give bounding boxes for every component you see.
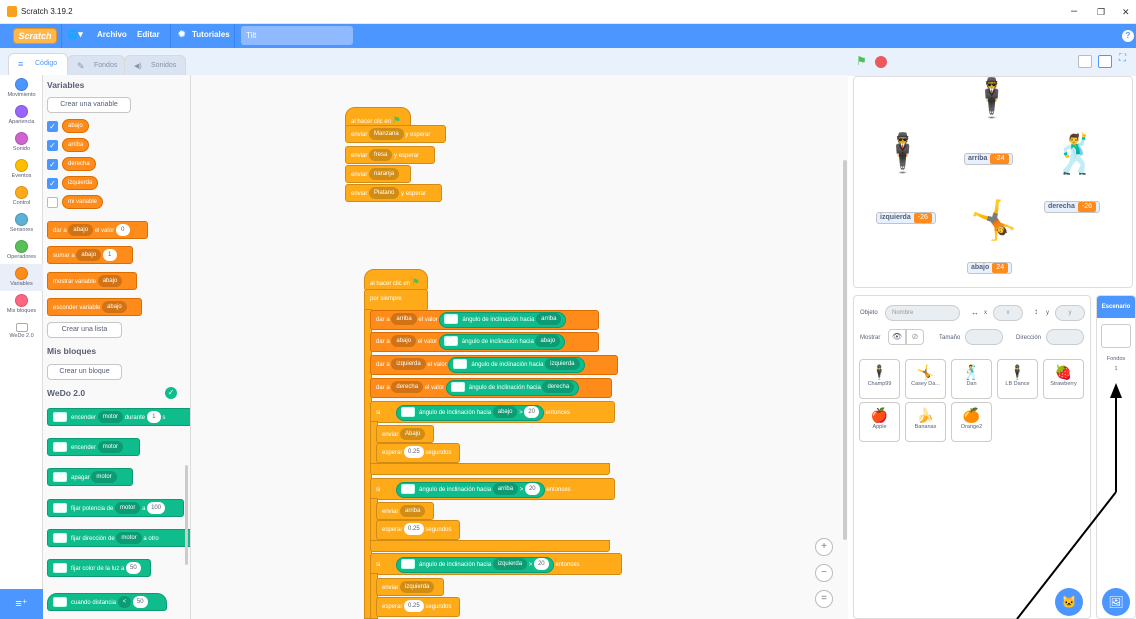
annotation-arrow xyxy=(1016,383,1122,619)
